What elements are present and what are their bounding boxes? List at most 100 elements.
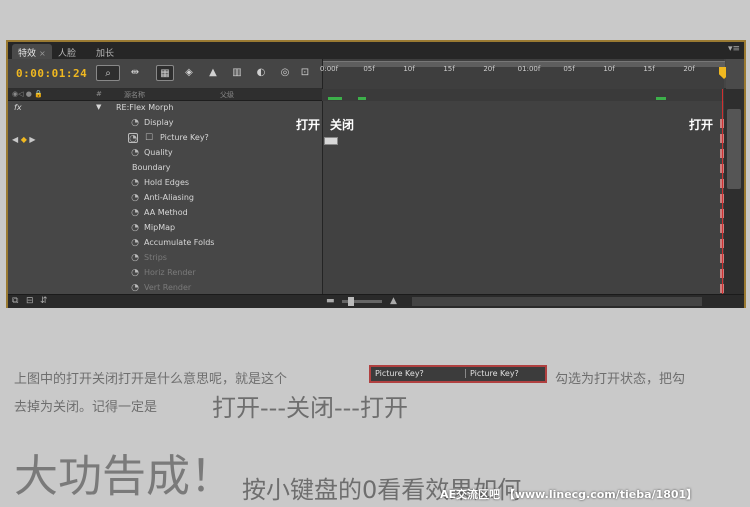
stopwatch-icon[interactable]: ◔	[130, 208, 140, 218]
zoom-in-icon[interactable]: ▲	[390, 296, 397, 306]
property-row-track[interactable]	[322, 116, 724, 131]
live-update-icon[interactable]: ▦	[156, 65, 174, 81]
zoom-slider-handle[interactable]	[348, 297, 354, 306]
property-row[interactable]: Boundary	[8, 161, 724, 176]
property-row[interactable]: ◔ Horiz Render	[8, 266, 724, 281]
property-row[interactable]: ◔ Anti-Aliasing	[8, 191, 724, 206]
property-row-left: ◔ Hold Edges	[8, 176, 322, 191]
article-line-1: 上图中的打开关闭打开是什么意思呢，就是这个	[14, 372, 288, 387]
panel-menu-icon[interactable]: ▾≡	[728, 44, 740, 54]
brainstorm-icon[interactable]: ◎	[276, 65, 294, 81]
keyframe-block[interactable]	[324, 137, 338, 145]
article-headline: 大功告成！	[14, 451, 234, 502]
parent-header[interactable]: 父级	[220, 90, 234, 100]
property-row[interactable]: ◔ ☐ Picture Key?	[8, 131, 724, 146]
property-row[interactable]: ◔ MipMap	[8, 221, 724, 236]
stopwatch-icon[interactable]: ◔	[130, 283, 140, 293]
property-row-track[interactable]	[322, 101, 724, 116]
stopwatch-icon[interactable]: ◔	[130, 238, 140, 248]
property-row-track[interactable]	[322, 281, 724, 294]
scroll-thumb[interactable]	[727, 109, 741, 189]
property-row[interactable]: ◔ Strips	[8, 251, 724, 266]
property-row-track[interactable]	[322, 191, 724, 206]
property-name: AA Method	[144, 208, 188, 217]
expand-arrow-icon[interactable]: ▼	[96, 103, 101, 111]
property-row-left: ◔ Quality	[8, 146, 322, 161]
close-icon[interactable]: ×	[39, 49, 46, 58]
vertical-scrollbar[interactable]	[724, 89, 744, 294]
property-name: MipMap	[144, 223, 176, 232]
tab-bar: 特效 × 人脸 加长 ▾≡	[8, 42, 744, 59]
property-row-track[interactable]	[322, 176, 724, 191]
property-name: Accumulate Folds	[144, 238, 215, 247]
ruler-tick-label: 05f	[363, 65, 375, 73]
property-row-left: ◔ Anti-Aliasing	[8, 191, 322, 206]
property-row-track[interactable]	[322, 266, 724, 281]
source-name-header[interactable]: 源名称	[124, 90, 145, 100]
inline-screenshot-checkbox: Picture Key? Picture Key?	[369, 365, 547, 383]
property-row[interactable]: ◔ Accumulate Folds	[8, 236, 724, 251]
property-row[interactable]: fx ▼ RE:Flex Morph	[8, 101, 724, 116]
ruler-tick-label: 20f	[683, 65, 695, 73]
toggle-in-out-icon[interactable]: ⇵	[40, 296, 48, 306]
stopwatch-icon[interactable]: ◔	[130, 118, 140, 128]
property-row-track[interactable]	[322, 161, 724, 176]
tab-label: 特效	[18, 49, 37, 59]
comp-button-icon[interactable]	[726, 59, 744, 89]
stopwatch-icon[interactable]: ◔	[130, 253, 140, 263]
property-row-track[interactable]	[322, 146, 724, 161]
property-list: fx ▼ RE:Flex Morph ◔ Display ◔ ☐ Picture Key? ◔ Q…	[8, 101, 724, 294]
stopwatch-icon[interactable]: ◔	[130, 148, 140, 158]
frame-blending-icon[interactable]: ▥	[228, 65, 246, 81]
article-line-2: 去掉为关闭。记得一定是	[14, 400, 158, 415]
stopwatch-icon[interactable]: ◔	[128, 133, 138, 144]
stopwatch-icon[interactable]: ◔	[130, 223, 140, 233]
article-line-1b: 勾选为打开状态，把勾	[555, 372, 686, 387]
ruler-tick-label: 15f	[443, 65, 455, 73]
time-ruler[interactable]: 0:00f 05f 10f 15f 20f 01:00f 05f 10f 15f 20f	[319, 59, 729, 89]
property-row[interactable]: ◔ Quality	[8, 146, 724, 161]
current-time-display[interactable]: 0:00:01:24	[16, 67, 87, 80]
prev-keyframe-icon[interactable]: ◀	[12, 135, 18, 144]
property-row-track[interactable]	[322, 206, 724, 221]
number-header: #	[96, 90, 102, 98]
hide-shy-layers-icon[interactable]: ▲	[204, 65, 222, 81]
property-row-track[interactable]	[322, 251, 724, 266]
next-keyframe-icon[interactable]: ▶	[29, 135, 35, 144]
add-keyframe-icon[interactable]: ◆	[21, 135, 27, 144]
property-row-left: fx ▼ RE:Flex Morph	[8, 101, 322, 116]
picture-key-checkbox[interactable]: ☐	[144, 133, 154, 143]
horizontal-scrollbar[interactable]	[412, 297, 702, 306]
toggle-switches-icon[interactable]: ⧉	[12, 296, 18, 306]
keyframe-navigator[interactable]: ◀ ◆ ▶	[12, 135, 36, 144]
bottom-bar: ⧉ ⊟ ⇵ ▬ ▲	[8, 294, 744, 308]
property-row-track[interactable]	[322, 236, 724, 251]
tab-extend[interactable]: 加长	[90, 44, 120, 59]
property-row-track[interactable]	[322, 131, 724, 146]
property-name: Picture Key?	[160, 133, 209, 142]
stopwatch-icon[interactable]: ◔	[130, 268, 140, 278]
property-name: Vert Render	[144, 283, 192, 292]
motion-blur-icon[interactable]: ◐	[252, 65, 270, 81]
tab-effects[interactable]: 特效 ×	[12, 44, 52, 59]
property-row[interactable]: ◔ AA Method	[8, 206, 724, 221]
search-icon[interactable]: ⌕	[96, 65, 120, 81]
keyframe-marker	[656, 97, 666, 100]
zoom-out-icon[interactable]: ▬	[326, 296, 335, 306]
graph-editor-icon[interactable]: ⊡	[296, 65, 314, 81]
property-row[interactable]: ◔ Display	[8, 116, 724, 131]
stopwatch-icon[interactable]: ◔	[130, 178, 140, 188]
layer-duration-bar	[322, 89, 724, 101]
tab-face[interactable]: 人脸	[52, 44, 82, 59]
effect-toggle-icon[interactable]: fx	[14, 103, 22, 112]
property-row-track[interactable]	[322, 221, 724, 236]
property-row[interactable]: ◔ Hold Edges	[8, 176, 724, 191]
stopwatch-icon[interactable]: ◔	[130, 193, 140, 203]
composition-mini-flowchart-icon[interactable]: ⇹	[126, 65, 144, 81]
inline-item-checked: Picture Key?	[465, 369, 519, 378]
property-row-left: ◔ Strips	[8, 251, 322, 266]
property-row[interactable]: ◔ Vert Render	[8, 281, 724, 294]
toggle-modes-icon[interactable]: ⊟	[26, 296, 34, 306]
ruler-tick-label: 0:00f	[319, 65, 339, 73]
draft-3d-icon[interactable]: ◈	[180, 65, 198, 81]
